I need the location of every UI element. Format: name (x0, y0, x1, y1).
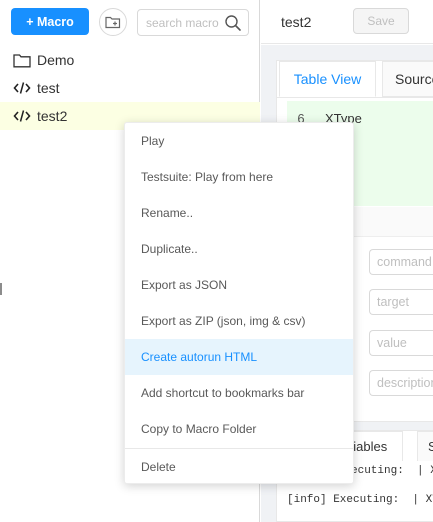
menu-item-play[interactable]: Play (125, 123, 353, 159)
save-button[interactable]: Save (353, 8, 409, 34)
context-menu: Play Testsuite: Play from here Rename.. … (124, 122, 354, 484)
search-box (137, 9, 249, 36)
value-input[interactable] (370, 331, 433, 355)
new-folder-button[interactable] (99, 8, 127, 36)
new-macro-button[interactable]: + Macro (11, 8, 89, 35)
menu-item-export-zip[interactable]: Export as ZIP (json, img & csv) (125, 303, 353, 339)
target-field[interactable] (369, 289, 433, 315)
sidebar-item-label: Demo (37, 52, 75, 68)
menu-item-testsuite-play-from-here[interactable]: Testsuite: Play from here (125, 159, 353, 195)
log-line: ecuting: | XTy (351, 465, 433, 477)
log-line: [info] Executing: | XTy (287, 494, 433, 506)
sidebar-item-label: test2 (37, 108, 68, 124)
tab-table-view[interactable]: Table View (279, 61, 376, 97)
description-input[interactable] (370, 371, 433, 395)
target-input[interactable] (370, 290, 433, 314)
menu-item-create-autorun-html[interactable]: Create autorun HTML (125, 339, 353, 375)
search-icon[interactable] (224, 14, 242, 32)
tab-screenshots[interactable]: S (417, 431, 433, 461)
tabs-divider (277, 97, 433, 98)
macro-title: test2 (281, 14, 312, 30)
tab-source[interactable]: Source (382, 61, 433, 97)
code-icon (13, 108, 31, 124)
menu-item-add-shortcut[interactable]: Add shortcut to bookmarks bar (125, 375, 353, 411)
value-field[interactable] (369, 330, 433, 356)
menu-item-export-json[interactable]: Export as JSON (125, 267, 353, 303)
sidebar-item-test[interactable]: test (0, 74, 260, 102)
new-folder-icon (105, 16, 121, 29)
command-input[interactable] (370, 250, 433, 274)
sidebar-item-label: test (37, 80, 60, 96)
code-icon (13, 80, 31, 96)
menu-item-duplicate[interactable]: Duplicate.. (125, 231, 353, 267)
editor-header: test2 Save (261, 0, 433, 44)
menu-item-delete[interactable]: Delete (125, 449, 353, 485)
folder-icon (13, 52, 31, 68)
menu-item-copy-to-macro-folder[interactable]: Copy to Macro Folder (125, 411, 353, 447)
description-field[interactable] (369, 370, 433, 396)
command-field[interactable] (369, 249, 433, 275)
search-input[interactable] (138, 10, 224, 35)
sidebar-toolbar: + Macro (0, 0, 260, 44)
sidebar-item-demo[interactable]: Demo (0, 46, 260, 74)
menu-item-rename[interactable]: Rename.. (125, 195, 353, 231)
resize-handle[interactable] (0, 283, 2, 295)
